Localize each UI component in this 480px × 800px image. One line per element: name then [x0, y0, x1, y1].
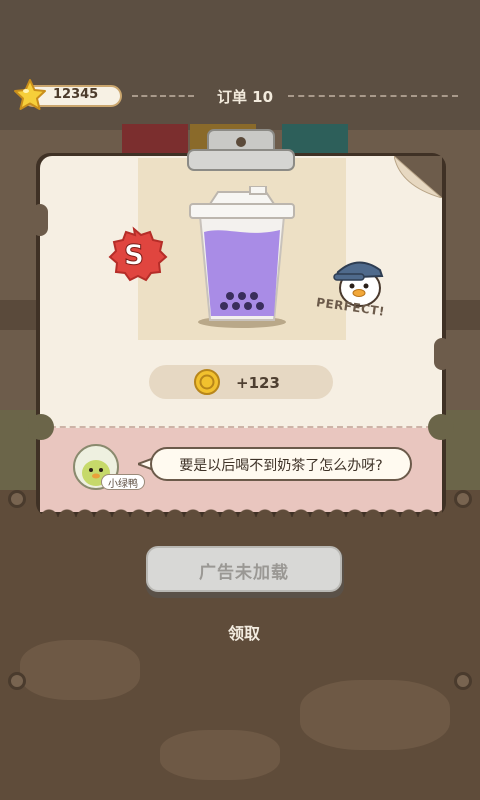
- ticket-notch: [428, 414, 454, 440]
- ticket-edge: [40, 504, 442, 518]
- bolt-icon: [454, 490, 472, 508]
- divider: [132, 95, 194, 97]
- bolt-icon: [8, 490, 26, 508]
- floor-stain: [300, 680, 450, 750]
- star-icon: [14, 79, 46, 110]
- coin-icon: [194, 369, 220, 395]
- card-notch: [434, 338, 450, 370]
- order-title: 订单 10: [216, 88, 274, 106]
- speaker-name: 小绿鸭: [108, 479, 138, 490]
- card-notch: [32, 204, 48, 236]
- watch-ad-label: 广告未加载: [199, 563, 289, 583]
- floor-stain: [20, 640, 140, 700]
- claim-button[interactable]: 领取: [200, 620, 288, 644]
- rank-letter: S: [124, 238, 144, 271]
- rank-badge-icon: S: [108, 226, 168, 282]
- ticket-divider: [40, 426, 442, 428]
- ticket-notch: [28, 414, 54, 440]
- page-corner: [394, 156, 442, 198]
- star-count: 12345: [53, 87, 99, 102]
- bolt-icon: [8, 672, 26, 690]
- reward-amount: +123: [236, 374, 280, 392]
- milk-tea-cup-icon: [189, 186, 295, 328]
- dialog-message: 要是以后喝不到奶茶了怎么办呀?: [179, 458, 383, 474]
- bolt-icon: [454, 672, 472, 690]
- top-backdrop: [0, 0, 480, 130]
- divider: [288, 95, 458, 97]
- floor-stain: [160, 730, 280, 780]
- clipboard-clip-icon: [187, 129, 295, 171]
